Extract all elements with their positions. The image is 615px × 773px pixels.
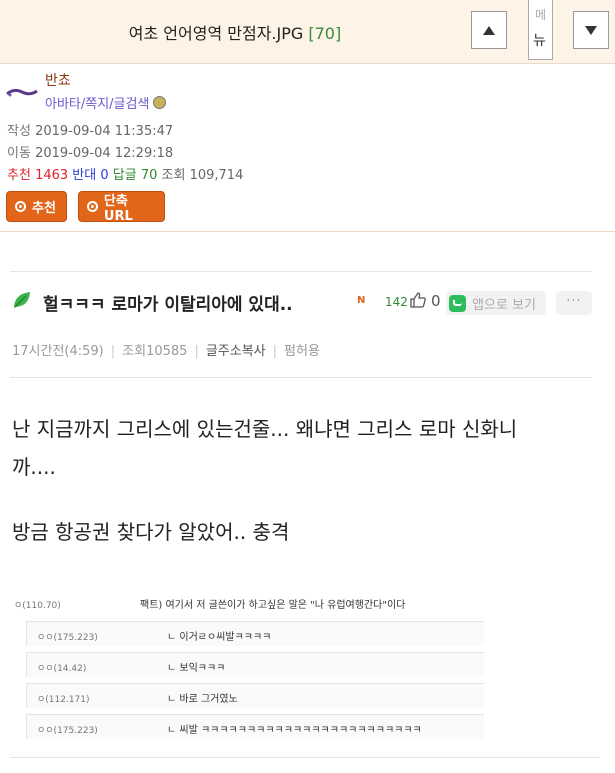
post-title: 헐ㅋㅋㅋ 로마가 이탈리아에 있대.. <box>43 295 293 315</box>
separator: | <box>194 344 199 359</box>
author-links-text[interactable]: 아바타/쪽지/글검색 <box>45 97 149 112</box>
opposite-label: 반대 <box>72 168 97 183</box>
arrow-up-icon <box>483 25 495 35</box>
comment-ip: ㅇㅇ(14.42) <box>37 664 87 674</box>
comment-ip: ㅇ(110.70) <box>14 601 61 611</box>
author-links: 아바타/쪽지/글검색 <box>45 93 167 112</box>
post-body-line: 방금 항공권 찾다가 알았어.. 충격 <box>12 520 290 544</box>
comment-ip: ㅇㅇ(175.223) <box>37 633 98 643</box>
thumbs-up-icon[interactable] <box>409 291 427 309</box>
views-label: 조회 <box>161 168 186 183</box>
comment-ip: ㅇㅇ(175.223) <box>37 726 98 736</box>
reply-count: [70] <box>308 24 342 43</box>
divider <box>10 377 592 378</box>
reply-label: 답글 <box>112 168 137 183</box>
comment-text: ㄴ 보익ㅋㅋㅋ <box>167 663 226 674</box>
separator: | <box>110 344 116 359</box>
separator: | <box>272 344 278 359</box>
comment-row: ㅇㅇ(175.223) ㄴ 씨발 ㅋㅋㅋㅋㅋㅋㅋㅋㅋㅋㅋㅋㅋㅋㅋㅋㅋㅋㅋㅋㅋㅋㅋ… <box>26 714 484 739</box>
recommend-label: 추천 <box>7 168 31 183</box>
comment-row: ㅇㅇ(175.223) ㄴ 이거ㄹㅇ씨발ㅋㅋㅋㅋ <box>26 621 484 646</box>
post-time: 17시간전(4:59) <box>12 344 104 359</box>
comment-row: ㅇㅇ(14.42) ㄴ 보익ㅋㅋㅋ <box>26 652 484 677</box>
short-url-icon <box>87 201 98 212</box>
post-header-title: 여초 언어영역 만점자.JPG [70] <box>0 20 470 44</box>
menu-button[interactable]: 메 뉴 <box>528 0 553 60</box>
author-name[interactable]: 반쵸 <box>45 70 71 90</box>
comment-text: ㄴ 바로 그거였노 <box>167 694 238 705</box>
comment-ip: ㅇ(112.171) <box>37 695 90 705</box>
post-subinfo: 17시간전(4:59) | 조회10585 | 글주소복사 | 펌허용 <box>12 340 320 359</box>
short-url-button[interactable]: 단축URL <box>78 191 165 224</box>
comment-screenshot-image: ㅇ(110.70) 팩트) 여기서 저 글쓴이가 하고싶은 말은 "나 유럽여행… <box>10 592 484 740</box>
post-body-line: 난 지금까지 그리스에 있는건줄... 왜냐면 그리스 로마 신화니 <box>12 417 518 441</box>
post-views: 조회10585 <box>122 344 188 359</box>
avatar <box>6 88 38 97</box>
like-count-secondary: 0 <box>431 292 441 310</box>
menu-label-top: 메 <box>535 8 547 22</box>
more-button[interactable]: ··· <box>556 291 592 315</box>
comment-text: ㄴ 씨발 ㅋㅋㅋㅋㅋㅋㅋㅋㅋㅋㅋㅋㅋㅋㅋㅋㅋㅋㅋㅋㅋㅋㅋㅋ <box>167 725 422 736</box>
recommend-icon <box>15 201 26 212</box>
recommend-count: 1463 <box>35 168 69 183</box>
comment-text: 팩트) 여기서 저 글쓴이가 하고싶은 말은 "나 유럽여행간다"이다 <box>140 600 406 611</box>
written-date: 작성 2019-09-04 11:35:47 <box>7 120 173 139</box>
moved-value: 2019-09-04 12:29:18 <box>35 146 174 161</box>
written-label: 작성 <box>7 124 31 139</box>
recommend-button[interactable]: 추천 <box>6 191 67 222</box>
leaf-icon <box>14 292 30 308</box>
written-value: 2019-09-04 11:35:47 <box>35 124 174 139</box>
new-badge: N <box>357 295 366 306</box>
open-in-app-button[interactable]: 앱으로 보기 <box>446 291 546 315</box>
like-count: 142 <box>385 295 408 309</box>
post-stats: 추천 1463 반대 0 답글 70 조회 109,714 <box>7 164 243 183</box>
open-in-app-label: 앱으로 보기 <box>472 297 536 313</box>
divider <box>10 271 592 272</box>
reply-stat-count: 70 <box>140 168 158 183</box>
views-count: 109,714 <box>189 168 244 183</box>
post-header-title-text: 여초 언어영역 만점자.JPG <box>128 24 304 43</box>
moved-date: 이동 2019-09-04 12:29:18 <box>7 142 173 161</box>
recommend-button-label: 추천 <box>32 201 56 216</box>
comment-row: ㅇ(112.171) ㄴ 바로 그거였노 <box>26 683 484 708</box>
comment-text: ㄴ 이거ㄹㅇ씨발ㅋㅋㅋㅋ <box>167 632 272 643</box>
post-body-line: 까.... <box>12 455 56 479</box>
app-icon <box>449 294 466 312</box>
comment-top: ㅇ(110.70) 팩트) 여기서 저 글쓴이가 하고싶은 말은 "나 유럽여행… <box>12 592 482 614</box>
menu-label: 뉴 <box>533 33 546 49</box>
divider <box>10 757 600 758</box>
arrow-down-icon <box>585 25 597 35</box>
copy-link-button[interactable]: 글주소복사 <box>206 344 266 359</box>
prev-post-button[interactable] <box>471 11 507 49</box>
coin-icon <box>153 96 167 109</box>
moved-label: 이동 <box>7 146 31 161</box>
repost-permission: 펌허용 <box>284 344 320 359</box>
next-post-button[interactable] <box>573 11 609 49</box>
post-header-bar: 여초 언어영역 만점자.JPG [70] 메 뉴 <box>0 0 615 64</box>
opposite-count: 0 <box>100 168 109 183</box>
divider <box>0 231 615 232</box>
short-url-button-label: 단축URL <box>103 193 133 224</box>
